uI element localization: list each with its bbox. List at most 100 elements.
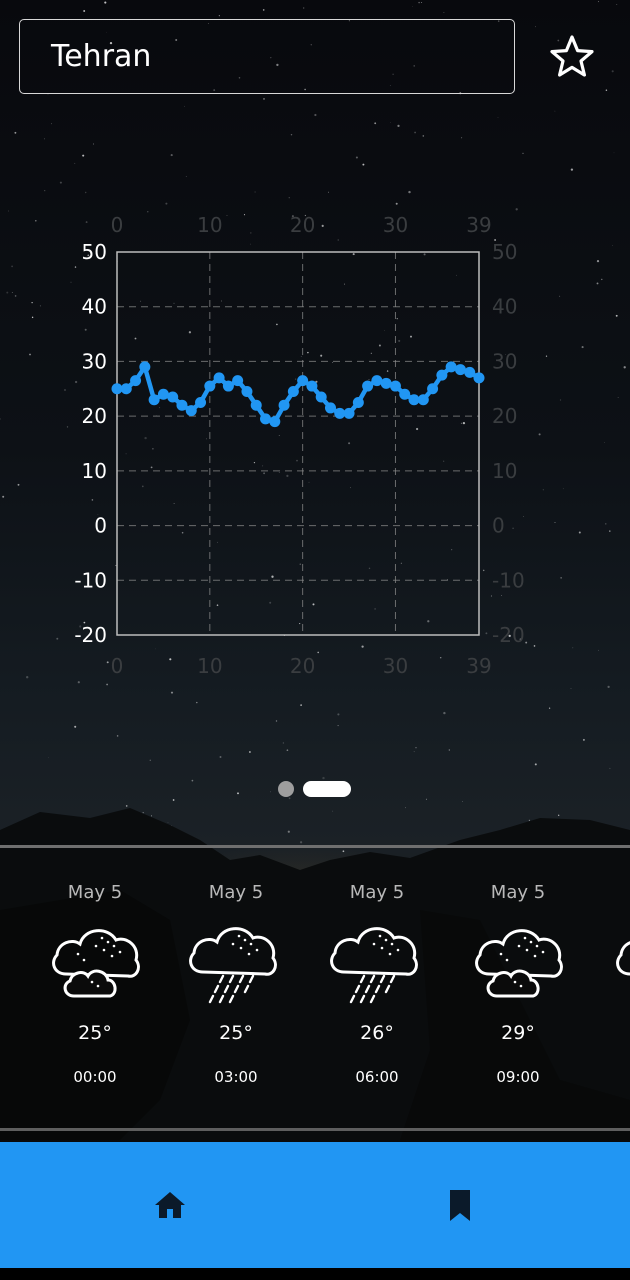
temperature-point — [362, 380, 374, 392]
star — [623, 366, 626, 369]
x-tick-label-top: 20 — [290, 213, 315, 237]
star — [611, 70, 614, 73]
temperature-point — [148, 394, 160, 406]
y-tick-label-right: 50 — [492, 240, 517, 264]
forecast-item[interactable]: May 5 29° 09:00 — [453, 860, 583, 1110]
star — [11, 291, 13, 293]
star — [534, 763, 537, 766]
forecast-time: 06:00 — [355, 1068, 399, 1086]
x-tick-label-top: 39 — [466, 213, 491, 237]
star — [413, 751, 415, 753]
forecast-date: May 5 — [67, 882, 123, 903]
y-tick-label: 20 — [82, 404, 107, 428]
y-tick-label: 10 — [82, 459, 107, 483]
temperature-point — [297, 375, 309, 387]
star — [56, 637, 59, 640]
search-input-value[interactable]: Tehran — [51, 38, 151, 76]
cloudy-icon — [475, 929, 563, 998]
forecast-item[interactable]: May 5 25° 00:00 — [30, 860, 160, 1110]
star — [263, 98, 265, 100]
city-search-field[interactable]: Tehran — [19, 19, 515, 94]
y-tick-label: -10 — [74, 568, 107, 592]
x-tick-label-bottom: 39 — [466, 654, 491, 678]
star — [106, 683, 108, 686]
forecast-item-partial[interactable] — [594, 860, 630, 1110]
star — [185, 176, 187, 178]
favorite-button[interactable] — [548, 34, 596, 80]
temperature-point — [427, 383, 439, 395]
star — [8, 210, 9, 212]
star — [355, 156, 358, 159]
forecast-item[interactable]: May 5 25° 03:00 — [171, 860, 301, 1110]
star — [613, 152, 615, 154]
star — [337, 713, 340, 716]
temperature-point — [399, 388, 411, 400]
temperature-point — [139, 361, 151, 373]
temperature-point — [417, 394, 429, 406]
star — [26, 676, 29, 679]
star — [414, 131, 417, 134]
star — [605, 89, 608, 91]
y-tick-label-right: -10 — [492, 568, 525, 592]
hourly-forecast-list[interactable]: May 5 25° 00:00 May 5 25° 03:00 May 5 26… — [0, 860, 630, 1120]
cloud-icon — [616, 941, 630, 976]
page-dot-2-active[interactable] — [303, 781, 351, 797]
star — [408, 190, 411, 194]
star — [497, 117, 499, 118]
star — [77, 681, 80, 684]
star — [219, 756, 222, 758]
x-tick-label-top: 0 — [111, 213, 124, 237]
star — [44, 190, 46, 192]
y-tick-label: 0 — [94, 514, 107, 538]
temperature-point — [343, 407, 355, 419]
nav-saved-button[interactable] — [430, 1175, 490, 1235]
cloudy-icon — [52, 929, 140, 998]
forecast-divider-bottom — [0, 1128, 630, 1131]
y-tick-label: 50 — [82, 240, 107, 264]
temperature-point — [232, 375, 244, 387]
star — [612, 245, 613, 247]
star — [74, 725, 77, 728]
star — [559, 295, 561, 297]
temperature-point — [445, 361, 457, 373]
star — [44, 138, 45, 140]
star — [149, 759, 152, 762]
x-tick-label-top: 10 — [197, 213, 222, 237]
nav-home-button[interactable] — [140, 1175, 200, 1235]
star — [461, 137, 463, 139]
star — [14, 131, 17, 134]
star — [48, 757, 49, 759]
star — [14, 295, 17, 297]
star — [31, 316, 34, 319]
star — [597, 1, 600, 3]
temperature-point — [195, 396, 207, 408]
star — [601, 278, 603, 281]
star — [389, 122, 391, 123]
x-tick-label-bottom: 0 — [111, 654, 124, 678]
temperature-point — [380, 377, 392, 389]
star — [39, 305, 41, 307]
star — [421, 2, 423, 3]
temperature-point — [454, 364, 466, 376]
star — [617, 396, 619, 398]
star — [607, 685, 610, 689]
home-icon — [155, 1192, 185, 1218]
temperature-point — [278, 399, 290, 411]
star — [570, 168, 574, 171]
temperature-point — [250, 399, 262, 411]
star — [572, 647, 574, 649]
forecast-item[interactable]: May 5 26° 06:00 — [312, 860, 442, 1110]
star — [218, 15, 220, 17]
star — [605, 523, 607, 525]
chart-grid — [117, 252, 479, 635]
temperature-point — [130, 375, 142, 387]
rain-icon — [189, 927, 277, 1004]
forecast-temperature: 25° — [219, 1022, 253, 1044]
temperature-point — [269, 416, 281, 428]
x-tick-label-bottom: 30 — [383, 654, 408, 678]
page-dot-1[interactable] — [278, 781, 294, 797]
star — [415, 747, 417, 749]
star — [17, 483, 20, 486]
y-axis-right: 50 40 30 20 10 0 -10 -20 — [492, 240, 525, 647]
star — [184, 105, 186, 107]
